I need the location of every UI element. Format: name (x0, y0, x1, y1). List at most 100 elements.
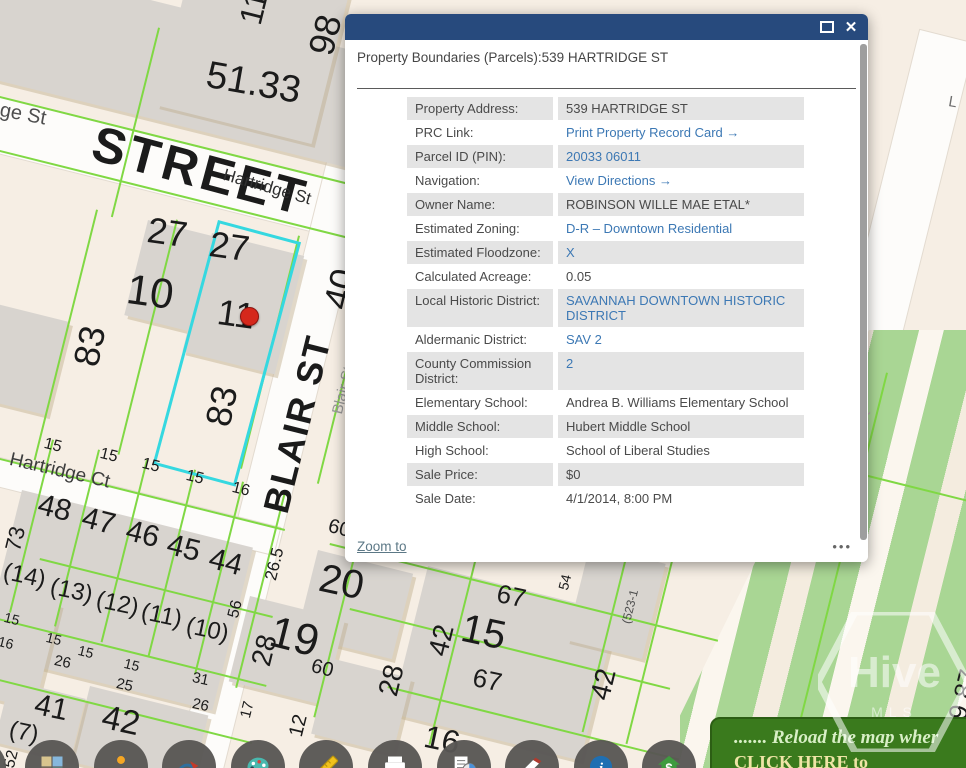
map-label: (7) (7, 718, 41, 748)
field-value: 4/1/2014, 8:00 PM (558, 487, 804, 510)
person-icon (107, 753, 135, 768)
map-label: 31 (191, 670, 210, 688)
field-label: PRC Link: (407, 121, 553, 144)
map-label: 16 (230, 480, 251, 500)
map-label: 42 (586, 666, 621, 703)
field-label: Estimated Floodzone: (407, 241, 553, 264)
field-label: Owner Name: (407, 193, 553, 216)
popup-row: Sale Date:4/1/2014, 8:00 PM (407, 487, 804, 510)
map-label: 60 (309, 656, 335, 681)
reload-map-banner[interactable]: ....... Reload the map wher CLICK HERE t… (710, 717, 966, 768)
info-icon: i (587, 753, 615, 768)
field-label: Aldermanic District: (407, 328, 553, 351)
popup-row: PRC Link:Print Property Record Card → (407, 121, 804, 144)
dollar-icon: $ (655, 753, 683, 768)
popup-row: Local Historic District:SAVANNAH DOWNTOW… (407, 289, 804, 327)
field-value-link[interactable]: X (558, 241, 804, 264)
maximize-icon[interactable] (818, 19, 836, 35)
map-label: 48 (35, 490, 75, 527)
map-label: STREET (87, 118, 314, 224)
field-value: $0 (558, 463, 804, 486)
map-label: 15 (77, 643, 96, 660)
field-label: Middle School: (407, 415, 553, 438)
map-label: 15 (123, 656, 142, 673)
map-label: (523-1 (620, 588, 640, 625)
map-app: ge StSTREETHartridge St51.33981127274010… (0, 0, 966, 768)
sketch-icon (175, 753, 203, 768)
map-label: 26.5 (262, 546, 287, 582)
map-label: 45 (164, 530, 204, 567)
field-value-link[interactable]: View Directions → (558, 169, 804, 192)
popup-row: High School:School of Liberal Studies (407, 439, 804, 462)
map-label: L (947, 94, 958, 110)
popup-row: Property Address:539 HARTRIDGE ST (407, 97, 804, 120)
svg-text:$: $ (666, 760, 673, 768)
field-value: Andrea B. Williams Elementary School (558, 391, 804, 414)
field-value-link[interactable]: SAV 2 (558, 328, 804, 351)
map-label: 20 (316, 558, 368, 606)
popup-title: Property Boundaries (Parcels):539 HARTRI… (357, 50, 856, 89)
field-value-link[interactable]: D-R – Downtown Residential (558, 217, 804, 240)
report-icon (450, 753, 478, 768)
close-icon[interactable]: ✕ (842, 19, 860, 35)
print-icon (381, 753, 409, 768)
map-label: 67 (495, 580, 529, 611)
popup-row: Owner Name:ROBINSON WILLE MAE ETAL* (407, 193, 804, 216)
map-label: 15 (45, 630, 64, 647)
map-label: (10) (184, 614, 231, 646)
parcel-popup: ✕ Property Boundaries (Parcels):539 HART… (345, 14, 868, 562)
popup-row: Navigation:View Directions → (407, 169, 804, 192)
map-label: 15 (42, 436, 63, 456)
map-label: 44 (206, 544, 246, 581)
map-label: 10 (124, 268, 176, 316)
ruler-icon (312, 753, 340, 768)
basemap-icon (38, 753, 66, 768)
map-label: (13) (48, 575, 95, 607)
field-value: School of Liberal Studies (558, 439, 804, 462)
map-label: 15 (98, 446, 119, 466)
field-value-link[interactable]: SAVANNAH DOWNTOWN HISTORIC DISTRICT (558, 289, 804, 327)
map-label: ge St (0, 100, 48, 129)
popup-row: Parcel ID (PIN):20033 06011 (407, 145, 804, 168)
map-label: 15 (184, 468, 205, 488)
map-label: 46 (123, 516, 163, 553)
field-label: Sale Date: (407, 487, 553, 510)
popup-row: Sale Price:$0 (407, 463, 804, 486)
popup-titlebar[interactable]: ✕ (345, 14, 868, 40)
map-label: 28 (374, 662, 409, 699)
map-label: 25 (115, 676, 134, 694)
map-label: 16 (0, 634, 15, 651)
field-value: 539 HARTRIDGE ST (558, 97, 804, 120)
zoom-to-link[interactable]: Zoom to (357, 539, 407, 554)
map-label: 83 (200, 383, 244, 430)
map-label: 73 (2, 524, 29, 553)
popup-body: Property Address:539 HARTRIDGE STPRC Lin… (345, 96, 868, 536)
popup-scrollbar[interactable] (860, 44, 867, 540)
popup-field-table: Property Address:539 HARTRIDGE STPRC Lin… (407, 97, 804, 510)
map-label: 12 (286, 712, 311, 738)
map-label: 27 (145, 212, 190, 253)
map-label: 42 (99, 700, 143, 741)
palette-icon (244, 753, 272, 768)
map-label: 15 (458, 608, 510, 656)
more-options-icon[interactable]: ••• (832, 539, 852, 554)
map-label: BLAIR ST (258, 331, 337, 516)
map-label: (12) (94, 588, 141, 620)
map-label: 51.33 (203, 56, 303, 110)
map-label: 98 (303, 11, 348, 59)
banner-line2-click-here[interactable]: CLICK HERE to (734, 752, 966, 768)
field-label: High School: (407, 439, 553, 462)
map-label: 27 (207, 226, 252, 267)
field-value-link[interactable]: 20033 06011 (558, 145, 804, 168)
map-label: 56 (226, 599, 246, 620)
field-label: Property Address: (407, 97, 553, 120)
books-icon (518, 753, 546, 768)
map-label: Hartridge Ct (8, 450, 112, 492)
field-label: Calculated Acreage: (407, 265, 553, 288)
field-label: Sale Price: (407, 463, 553, 486)
selected-location-marker (240, 307, 259, 326)
map-label: 15 (3, 610, 22, 627)
field-value-link[interactable]: Print Property Record Card → (558, 121, 804, 144)
field-value-link[interactable]: 2 (558, 352, 804, 390)
banner-line1: ....... Reload the map wher (734, 727, 966, 749)
